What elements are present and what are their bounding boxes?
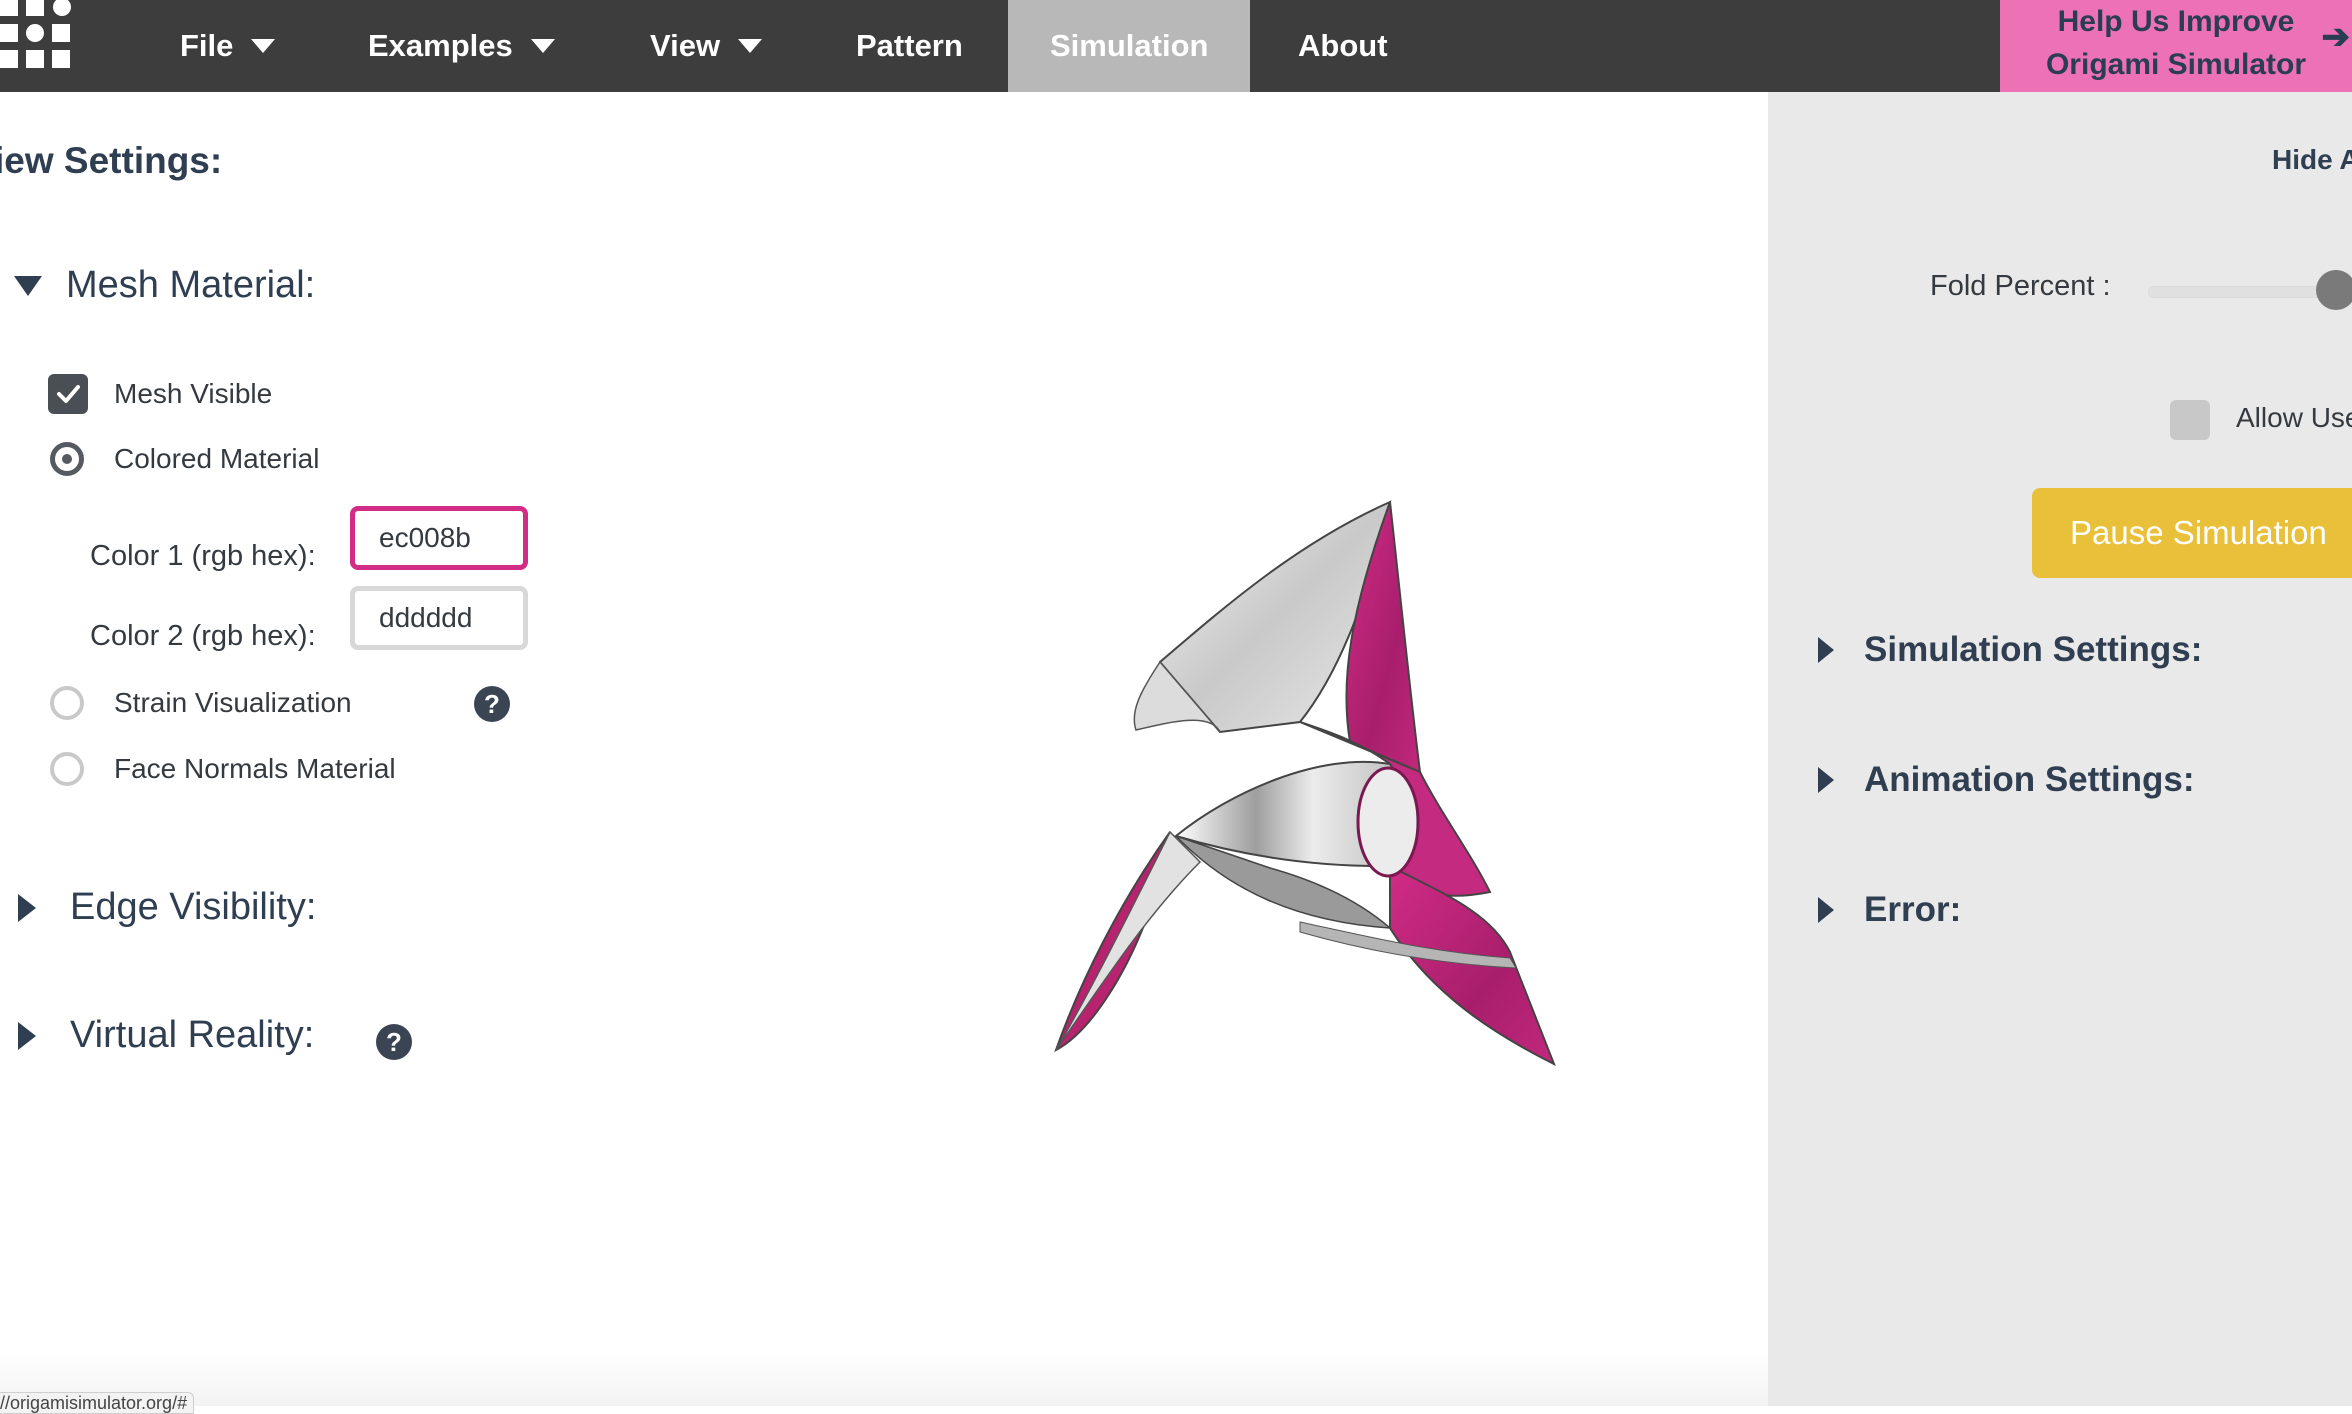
hide-advanced-link[interactable]: Hide A xyxy=(2272,144,2352,176)
mesh-material-section-toggle[interactable]: Mesh Material: xyxy=(14,264,315,307)
caret-down-icon xyxy=(738,39,763,53)
banner-line-2: Origami Simulator xyxy=(2045,48,2307,81)
view-settings-panel: iew Settings: Mesh Material: Mesh Visibl… xyxy=(0,92,600,1406)
status-bar-url: //origamisimulator.org/# xyxy=(0,1392,195,1414)
mesh-material-heading: Mesh Material: xyxy=(66,264,316,306)
color1-row: Color 1 (rgb hex): xyxy=(90,524,316,588)
fold-percent-slider-thumb[interactable] xyxy=(2316,270,2352,310)
allow-user-interaction-label: Allow Use xyxy=(2236,402,2352,433)
edge-visibility-section-toggle[interactable]: Edge Visibility: xyxy=(14,886,316,929)
pause-simulation-button[interactable]: Pause Simulation xyxy=(2032,488,2352,578)
edge-visibility-heading: Edge Visibility: xyxy=(70,886,317,928)
triangle-right-icon xyxy=(1818,897,1834,923)
app-logo-icon[interactable] xyxy=(0,0,80,76)
help-improve-banner[interactable]: Help Us Improve Origami Simulator ➔ xyxy=(2000,0,2352,92)
top-navbar: File Examples View Pattern Simulation Ab… xyxy=(0,0,2352,92)
nav-simulation-tab[interactable]: Simulation xyxy=(1008,0,1251,92)
color2-row: Color 2 (rgb hex): xyxy=(90,604,316,668)
colored-material-label: Colored Material xyxy=(114,443,320,474)
mesh-visible-row[interactable]: Mesh Visible xyxy=(48,374,272,414)
simulation-settings-heading: Simulation Settings: xyxy=(1864,630,2203,669)
panel-title: iew Settings: xyxy=(0,140,223,181)
colored-material-radio[interactable] xyxy=(50,442,84,476)
virtual-reality-section-toggle[interactable]: Virtual Reality: xyxy=(14,1014,314,1057)
animation-settings-section-toggle[interactable]: Animation Settings: xyxy=(1818,760,2195,800)
triangle-right-icon xyxy=(1818,637,1834,663)
color2-hex-input[interactable] xyxy=(350,586,528,650)
nav-view-menu[interactable]: View xyxy=(650,0,763,92)
nav-examples-label: Examples xyxy=(368,28,513,63)
fold-percent-label: Fold Percent : xyxy=(1930,270,2111,302)
origami-model-render[interactable] xyxy=(970,392,1610,1092)
caret-down-icon xyxy=(530,39,555,53)
nav-pattern-label: Pattern xyxy=(856,28,963,63)
simulation-settings-section-toggle[interactable]: Simulation Settings: xyxy=(1818,630,2202,670)
triangle-right-icon xyxy=(18,893,36,922)
triangle-right-icon xyxy=(18,1021,36,1050)
strain-help-icon[interactable]: ? xyxy=(474,686,510,722)
nav-file-menu[interactable]: File xyxy=(180,0,276,92)
banner-line-1: Help Us Improve xyxy=(2057,5,2295,38)
mesh-visible-label: Mesh Visible xyxy=(114,378,273,409)
strain-visualization-label: Strain Visualization xyxy=(114,687,352,718)
nav-about-tab[interactable]: About xyxy=(1298,0,1388,92)
vr-help-icon[interactable]: ? xyxy=(376,1024,412,1060)
color1-label: Color 1 (rgb hex): xyxy=(90,539,316,572)
color1-hex-input[interactable] xyxy=(350,506,528,570)
triangle-down-icon xyxy=(14,275,42,296)
allow-user-interaction-checkbox[interactable] xyxy=(2170,400,2210,440)
face-normals-label: Face Normals Material xyxy=(114,753,396,784)
virtual-reality-heading: Virtual Reality: xyxy=(70,1014,315,1056)
mesh-visible-checkbox[interactable] xyxy=(48,374,88,414)
error-section-toggle[interactable]: Error: xyxy=(1818,890,1961,930)
triangle-right-icon xyxy=(1818,767,1834,793)
nav-about-label: About xyxy=(1298,28,1388,63)
nav-simulation-label: Simulation xyxy=(1050,28,1209,63)
nav-pattern-tab[interactable]: Pattern xyxy=(856,0,963,92)
arrow-right-icon: ➔ xyxy=(2321,18,2351,56)
checkmark-icon xyxy=(57,385,80,403)
face-normals-row[interactable]: Face Normals Material xyxy=(48,752,396,786)
caret-down-icon xyxy=(251,39,276,53)
animation-settings-heading: Animation Settings: xyxy=(1864,760,2195,799)
nav-file-label: File xyxy=(180,28,234,63)
nav-examples-menu[interactable]: Examples xyxy=(368,0,555,92)
error-heading: Error: xyxy=(1864,890,1962,929)
face-normals-radio[interactable] xyxy=(50,752,84,786)
pause-simulation-label: Pause Simulation xyxy=(2070,514,2327,551)
viewport-bottom-fade xyxy=(0,1350,1768,1406)
colored-material-row[interactable]: Colored Material xyxy=(48,442,319,476)
nav-view-label: View xyxy=(650,28,721,63)
simulation-controls-panel: Hide A Fold Percent : Allow Use Pause Si… xyxy=(1768,92,2352,1406)
simulation-3d-viewport[interactable] xyxy=(600,92,1768,1406)
strain-visualization-radio[interactable] xyxy=(50,686,84,720)
color2-label: Color 2 (rgb hex): xyxy=(90,619,316,652)
strain-visualization-row[interactable]: Strain Visualization xyxy=(48,686,352,720)
